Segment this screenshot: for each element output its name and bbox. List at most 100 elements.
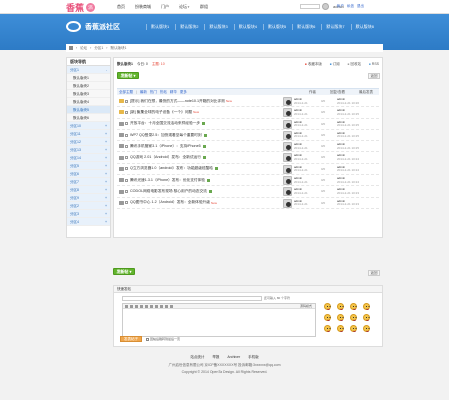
expand-toggle-icon[interactable]: + — [105, 162, 107, 169]
quote-icon[interactable] — [145, 304, 148, 308]
sidebar-item[interactable]: 分区6 + — [67, 170, 110, 178]
sidebar-item[interactable]: 默认版块2 — [67, 82, 110, 90]
crumb-board[interactable]: 默认版块1 — [110, 46, 126, 51]
expand-toggle-icon[interactable]: + — [105, 186, 107, 193]
sidebar-item[interactable]: 默认版块4 — [67, 98, 110, 106]
back-button[interactable]: 返回 — [368, 73, 380, 79]
message-editor[interactable]: 源码模式 — [122, 303, 316, 337]
messages-link[interactable]: 私信 — [347, 4, 354, 9]
search-input[interactable] — [300, 4, 320, 9]
filter-hot[interactable]: 热门 — [150, 90, 157, 95]
new-thread-button-bottom[interactable]: 发新帖 ▾ — [113, 268, 135, 275]
filter-hot-posts[interactable]: 热帖 — [160, 90, 167, 95]
smiley-icon[interactable] — [155, 304, 158, 308]
thread-checkbox[interactable] — [125, 144, 128, 148]
thread-checkbox[interactable] — [125, 178, 128, 182]
image-icon[interactable] — [135, 304, 138, 308]
avatar[interactable] — [283, 153, 292, 163]
sidebar-item[interactable]: 分区8 + — [67, 186, 110, 194]
last-date[interactable]: 2014-2-21 10:23 — [337, 202, 359, 206]
recycle-button[interactable]: 回收站 — [348, 62, 361, 67]
sidebar-item[interactable]: 分区10 + — [67, 122, 110, 130]
board-link[interactable]: 默认版块8 — [350, 24, 374, 30]
back-button-bottom[interactable]: 返回 — [368, 270, 380, 276]
thread-title[interactable]: CODOL网络电影发布现场 核心用户的动态交流 — [130, 189, 207, 194]
color-icon[interactable] — [130, 304, 133, 308]
expand-toggle-icon[interactable]: + — [105, 210, 107, 217]
last-date[interactable]: 2014-2-21 10:25 — [337, 146, 359, 150]
filter-digest[interactable]: 精华 — [170, 90, 177, 95]
jump-checkbox[interactable] — [146, 337, 149, 341]
new-thread-button[interactable]: 发新帖 ▾ — [117, 72, 139, 79]
smiley-icon[interactable] — [363, 325, 370, 332]
avatar[interactable] — [283, 108, 292, 118]
sidebar-item[interactable]: 分区12 + — [67, 138, 110, 146]
smiley-icon[interactable] — [337, 303, 344, 310]
board-link[interactable]: 默认版块7 — [321, 24, 345, 30]
smiley-icon[interactable] — [350, 314, 357, 321]
last-date[interactable]: 2014-2-21 10:25 — [337, 123, 359, 127]
thread-checkbox[interactable] — [125, 133, 128, 137]
crumb-section[interactable]: 分区1 — [94, 46, 103, 51]
smiley-icon[interactable] — [324, 325, 331, 332]
thread-title[interactable]: [新] 聚集全球的电子设备《一个》问题 — [130, 110, 192, 115]
jump-option[interactable]: 回帖后跳转到最后一页 — [146, 337, 180, 341]
link-icon[interactable] — [140, 304, 143, 308]
crumb-forum[interactable]: 论坛 — [80, 46, 87, 51]
board-link[interactable]: 默认版块3 — [204, 24, 228, 30]
footer-link[interactable]: Archiver — [227, 355, 240, 360]
filter-all[interactable]: 全部主题 — [119, 90, 133, 95]
thread-title[interactable]: QQ游戏 2.01（Android）发布：全新试运行 — [130, 155, 201, 160]
avatar[interactable] — [283, 198, 292, 208]
expand-toggle-icon[interactable]: + — [105, 146, 107, 153]
smiley-icon[interactable] — [350, 303, 357, 310]
last-date[interactable]: 2014-2-21 10:23 — [337, 191, 359, 195]
last-date[interactable]: 2014-2-21 10:24 — [337, 168, 359, 173]
site-logo[interactable]: 香蕉 派 — [66, 2, 96, 13]
expand-toggle-icon[interactable]: + — [105, 130, 107, 137]
smiley-icon[interactable] — [363, 314, 370, 321]
home-icon[interactable] — [69, 46, 73, 50]
footer-link[interactable]: 站点统计 — [190, 355, 204, 360]
sidebar-item[interactable]: 分区13 + — [67, 146, 110, 154]
nav-groups[interactable]: 群组 — [200, 4, 208, 10]
sidebar-item[interactable]: 分区2 + — [67, 202, 110, 210]
redo-icon[interactable] — [170, 304, 173, 308]
thread-checkbox[interactable] — [125, 156, 128, 160]
board-link[interactable]: 默认版块6 — [292, 24, 315, 30]
thread-title[interactable]: WP7 QQ登录2.5：加快观看至每个重要时刻 — [130, 133, 202, 138]
last-date[interactable]: 2014-2-21 10:24 — [337, 180, 359, 184]
thread-checkbox[interactable] — [125, 201, 128, 205]
avatar[interactable] — [283, 119, 292, 129]
nav-mall[interactable]: 扮装商城 — [135, 4, 151, 10]
avatar[interactable] — [283, 164, 292, 174]
sidebar-item[interactable]: 分区11 + — [67, 130, 110, 138]
thread-checkbox[interactable] — [125, 167, 128, 171]
expand-toggle-icon[interactable]: + — [105, 202, 107, 209]
thread-title[interactable]: 腾讯光速1.3.1（iPhone）发布：优化支付体验 — [130, 178, 205, 183]
sidebar-item[interactable]: 分区14 + — [67, 154, 110, 162]
thread-title[interactable]: 腾讯手机管家3.1（iPhone）：支持iPhone5 — [130, 144, 201, 149]
nav-portal[interactable]: 门户 — [161, 4, 169, 10]
nav-home[interactable]: 首页 — [117, 4, 125, 10]
thread-title[interactable]: Q立方浏览器1.0（android）发布：功能超级炫酷哈 — [130, 166, 213, 171]
board-link[interactable]: 默认版块2 — [175, 24, 198, 30]
sidebar-item[interactable]: 默认版块6 — [67, 114, 110, 122]
smiley-icon[interactable] — [337, 314, 344, 321]
expand-toggle-icon[interactable]: + — [105, 178, 107, 185]
expand-toggle-icon[interactable]: + — [105, 122, 107, 129]
code-icon[interactable] — [150, 304, 153, 308]
expand-toggle-icon[interactable]: - — [106, 66, 107, 73]
avatar[interactable] — [283, 176, 292, 186]
thread-title[interactable]: QQ图书中心 1.2（Android）发布：全新体验升级 — [130, 200, 210, 205]
rss-button[interactable]: RSS — [369, 62, 379, 67]
source-mode-toggle[interactable]: 源码模式 — [300, 304, 312, 308]
submit-button[interactable]: 发表帖子 — [120, 336, 142, 342]
sidebar-item[interactable]: 分区5 + — [67, 162, 110, 170]
sidebar-item[interactable]: 默认版块5 — [67, 106, 110, 114]
sidebar-item[interactable]: 默认版块3 — [67, 90, 110, 98]
thread-checkbox[interactable] — [125, 110, 128, 114]
favorite-button[interactable]: 收藏本版 — [305, 62, 322, 67]
logout-link[interactable]: 退出 — [357, 4, 364, 9]
user-avatar[interactable] — [322, 3, 329, 10]
